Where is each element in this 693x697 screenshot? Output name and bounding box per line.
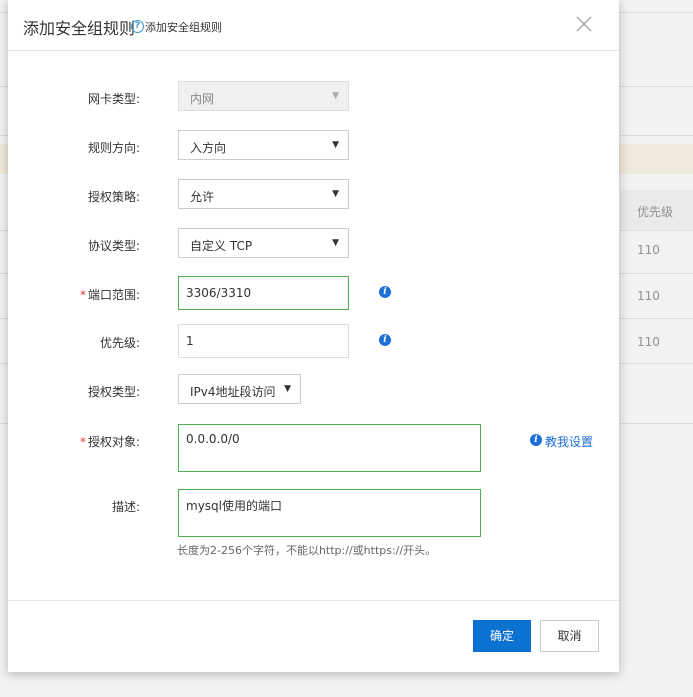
nic-type-label: 网卡类型: [87, 92, 140, 106]
teach-me-link[interactable]: 教我设置 [545, 433, 593, 450]
info-icon: i [530, 434, 542, 446]
policy-label: 授权策略: [87, 190, 140, 204]
dialog-subtitle-link[interactable]: 添加安全组规则 [145, 19, 222, 35]
footer-divider [8, 600, 619, 601]
required-mark: * [79, 288, 86, 302]
protocol-value: 自定义 TCP [190, 239, 253, 253]
question-circle-icon[interactable]: ? [131, 20, 144, 33]
auth-object-label-text: 授权对象: [87, 435, 140, 449]
port-range-input[interactable]: 3306/3310 [178, 276, 349, 310]
dialog-title: 添加安全组规则 [23, 19, 136, 38]
required-mark: * [79, 435, 86, 449]
protocol-select[interactable]: 自定义 TCP ▼ [178, 228, 349, 258]
nic-type-select: 内网 ▼ [178, 81, 349, 111]
dialog-header: 添加安全组规则 ? 添加安全组规则 [8, 0, 619, 51]
auth-type-label: 授权类型: [87, 385, 140, 399]
caret-down-icon: ▼ [332, 189, 339, 199]
info-icon[interactable]: i [379, 334, 391, 346]
direction-label: 规则方向: [87, 141, 140, 155]
auth-type-select[interactable]: IPv4地址段访问 ▼ [178, 374, 301, 404]
auth-type-value: IPv4地址段访问 [190, 385, 276, 399]
protocol-label: 协议类型: [87, 239, 140, 253]
caret-down-icon: ▼ [332, 91, 339, 101]
caret-down-icon: ▼ [332, 238, 339, 248]
info-icon[interactable]: i [379, 286, 391, 298]
policy-value: 允许 [190, 190, 215, 204]
close-icon[interactable] [574, 14, 594, 34]
confirm-button[interactable]: 确定 [473, 620, 531, 652]
port-range-label: * 端口范围: [8, 286, 140, 303]
direction-value: 入方向 [190, 141, 227, 155]
cancel-button[interactable]: 取消 [540, 620, 599, 652]
description-label: 描述: [111, 500, 140, 514]
description-hint: 长度为2-256个字符，不能以http://或https://开头。 [177, 544, 437, 557]
caret-down-icon: ▼ [284, 384, 291, 394]
policy-select[interactable]: 允许 ▼ [178, 179, 349, 209]
caret-down-icon: ▼ [332, 140, 339, 150]
nic-type-value: 内网 [190, 92, 215, 106]
direction-select[interactable]: 入方向 ▼ [178, 130, 349, 160]
auth-object-label: * 授权对象: [8, 433, 140, 450]
priority-label: 优先级: [99, 336, 140, 350]
port-range-label-text: 端口范围: [87, 288, 140, 302]
description-textarea[interactable]: mysql使用的端口 [178, 489, 481, 537]
priority-input[interactable]: 1 [178, 324, 349, 358]
auth-object-textarea[interactable]: 0.0.0.0/0 [178, 424, 481, 472]
add-security-group-rule-dialog: 添加安全组规则 ? 添加安全组规则 网卡类型: 内网 ▼ 规则方向: 入方向 ▼… [8, 0, 619, 672]
